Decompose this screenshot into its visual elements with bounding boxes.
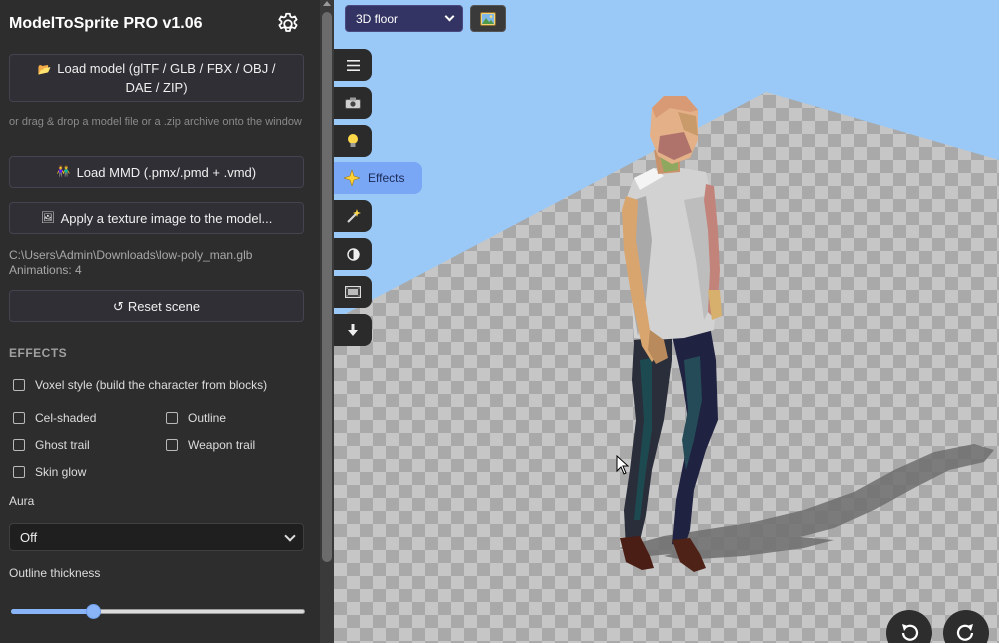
slider-thumb[interactable] — [86, 604, 101, 619]
menu-button[interactable] — [334, 49, 372, 81]
skin-glow-checkbox[interactable]: Skin glow — [13, 465, 86, 479]
magic-wand-icon — [346, 208, 361, 223]
rotate-right-icon — [956, 624, 974, 641]
chevron-down-icon — [284, 530, 296, 542]
background-image-button[interactable] — [470, 5, 506, 32]
chevron-down-icon — [444, 11, 455, 22]
effects-sparkle-icon — [344, 170, 360, 186]
magic-wand-button[interactable] — [334, 200, 372, 232]
skin-glow-label: Skin glow — [35, 465, 87, 479]
sidebar-scrollbar[interactable] — [320, 0, 334, 643]
filmstrip-icon — [345, 286, 361, 298]
mouse-cursor-icon — [616, 455, 630, 475]
sidebar: ModelToSprite PRO v1.06 📂 Load model (glT… — [0, 0, 320, 643]
ghost-trail-label: Ghost trail — [35, 438, 90, 452]
download-icon — [348, 323, 358, 336]
reset-scene-button[interactable]: ↺ Reset scene — [9, 290, 304, 322]
model-info: C:\Users\Admin\Downloads\low-poly_man.gl… — [9, 248, 252, 278]
contrast-button[interactable] — [334, 238, 372, 270]
outline-thickness-label: Outline thickness — [9, 566, 101, 580]
3d-viewport[interactable]: 3D floor Effects — [334, 0, 999, 643]
gear-icon[interactable] — [275, 11, 301, 37]
camera-button[interactable] — [334, 87, 372, 119]
folder-icon: 📂 — [37, 64, 52, 76]
weapon-trail-checkbox[interactable]: Weapon trail — [166, 438, 255, 452]
app-window: ModelToSprite PRO v1.06 📂 Load model (glT… — [0, 0, 999, 643]
picture-icon: 🖼 — [40, 211, 55, 224]
weapon-trail-label: Weapon trail — [188, 438, 256, 452]
menu-icon — [346, 59, 360, 71]
reset-scene-label: Reset scene — [127, 298, 201, 314]
scroll-up-arrow-icon[interactable] — [323, 1, 331, 6]
picture-icon — [480, 11, 496, 26]
camera-icon — [345, 97, 361, 109]
ghost-trail-checkbox[interactable]: Ghost trail — [13, 438, 90, 452]
load-mmd-label: Load MMD (.pmx/.pmd + .vmd) — [76, 164, 257, 180]
contrast-icon — [346, 247, 360, 261]
sidebar-header: ModelToSprite PRO v1.06 — [9, 11, 304, 37]
aura-select-value: Off — [20, 529, 38, 545]
drag-drop-hint: or drag & drop a model file or a .zip ar… — [9, 116, 302, 128]
effects-section-title: EFFECTS — [9, 346, 68, 360]
load-model-button[interactable]: 📂 Load model (glTF / GLB / FBX / OBJ / DA… — [9, 54, 304, 102]
checkbox-box[interactable] — [166, 412, 178, 424]
checkbox-box[interactable] — [13, 439, 25, 451]
aura-select[interactable]: Off — [9, 523, 304, 551]
app-title: ModelToSprite PRO v1.06 — [9, 15, 203, 32]
cel-shaded-checkbox[interactable]: Cel-shaded — [13, 411, 96, 425]
file-path: C:\Users\Admin\Downloads\low-poly_man.gl… — [9, 248, 253, 262]
effects-button-label: Effects — [368, 171, 405, 185]
effects-button[interactable]: Effects — [334, 162, 422, 194]
checkbox-box[interactable] — [166, 439, 178, 451]
outline-checkbox[interactable]: Outline — [166, 411, 226, 425]
view-mode-value: 3D floor — [356, 11, 399, 26]
figures-icon: 👫 — [56, 165, 71, 178]
slider-fill — [11, 609, 94, 614]
rotate-left-icon — [901, 624, 919, 641]
load-mmd-button[interactable]: 👫 Load MMD (.pmx/.pmd + .vmd) — [9, 156, 304, 188]
checkbox-box[interactable] — [13, 379, 25, 391]
checkbox-box[interactable] — [13, 466, 25, 478]
download-button[interactable] — [334, 314, 372, 346]
scene-canvas[interactable] — [334, 0, 999, 643]
lighting-button[interactable] — [334, 125, 372, 157]
filmstrip-button[interactable] — [334, 276, 372, 308]
apply-texture-button[interactable]: 🖼 Apply a texture image to the model... — [9, 202, 304, 234]
apply-texture-label: Apply a texture image to the model... — [60, 210, 273, 226]
load-model-label: Load model (glTF / GLB / FBX / OBJ / DAE… — [57, 61, 276, 95]
scrollbar-thumb[interactable] — [322, 12, 332, 562]
view-mode-select[interactable]: 3D floor — [345, 5, 463, 32]
aura-label: Aura — [9, 494, 35, 508]
light-bulb-icon — [348, 134, 358, 147]
animations-count: Animations: 4 — [9, 263, 82, 277]
reset-icon: ↺ — [112, 298, 124, 314]
outline-label: Outline — [188, 411, 227, 425]
cel-shaded-label: Cel-shaded — [35, 411, 97, 425]
voxel-style-label: Voxel style (build the character from bl… — [35, 378, 268, 392]
outline-thickness-slider[interactable] — [11, 604, 305, 619]
voxel-style-checkbox[interactable]: Voxel style (build the character from bl… — [13, 378, 267, 392]
checkbox-box[interactable] — [13, 412, 25, 424]
